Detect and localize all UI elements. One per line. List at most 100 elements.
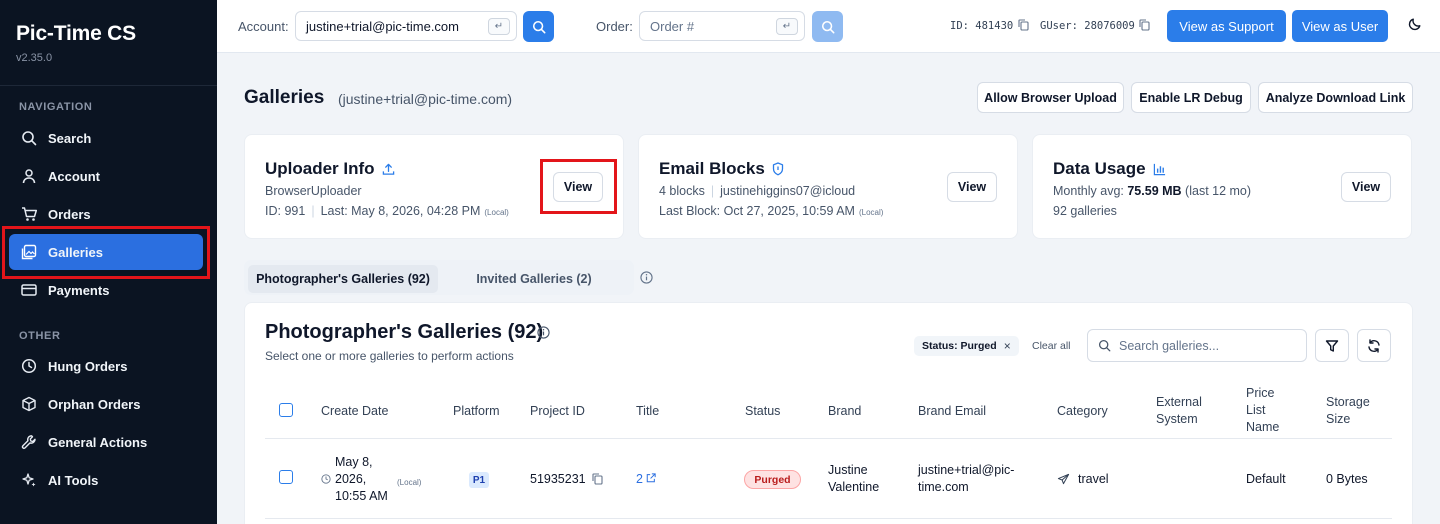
column-header-price-list-name[interactable]: Price List Name: [1246, 385, 1296, 436]
status-badge: Purged: [744, 470, 801, 489]
email-last-block: Last Block: Oct 27, 2025, 10:59 AM (Local…: [659, 204, 883, 218]
page-subtitle: (justine+trial@pic-time.com): [338, 91, 513, 107]
info-icon[interactable]: [537, 326, 550, 339]
info-icon[interactable]: [640, 271, 653, 284]
data-usage-title: Data Usage: [1053, 159, 1146, 178]
column-header-project-id[interactable]: Project ID: [530, 403, 585, 420]
account-input-value: justine+trial@pic-time.com: [306, 18, 459, 34]
column-header-status[interactable]: Status: [745, 403, 780, 420]
select-all-checkbox[interactable]: [279, 403, 293, 417]
column-header-title[interactable]: Title: [636, 403, 659, 420]
cart-icon: [20, 205, 38, 223]
refresh-button[interactable]: [1357, 329, 1391, 362]
account-search-button[interactable]: [523, 11, 554, 42]
column-header-brand-email[interactable]: Brand Email: [918, 403, 986, 420]
account-id: ID: 481430: [950, 20, 1014, 32]
gallery-search-input[interactable]: Search galleries...: [1087, 329, 1307, 362]
order-label: Order:: [596, 19, 633, 34]
column-header-category[interactable]: Category: [1057, 403, 1108, 420]
row-divider: [265, 518, 1392, 519]
copy-icon[interactable]: [1018, 19, 1029, 31]
row-storage-size: 0 Bytes: [1326, 472, 1368, 486]
enter-key-icon: ↵: [776, 18, 798, 35]
top-bar: Account: justine+trial@pic-time.com ↵ Or…: [217, 0, 1440, 53]
nav-section-label: NAVIGATION: [19, 101, 93, 113]
tab-invited-galleries[interactable]: Invited Galleries (2): [444, 265, 624, 293]
gallery-search-placeholder: Search galleries...: [1119, 338, 1220, 353]
gallery-count: 92 galleries: [1053, 204, 1117, 218]
user-icon: [20, 167, 38, 185]
column-header-storage-size[interactable]: Storage Size: [1326, 394, 1386, 428]
row-local-note: (Local): [397, 478, 422, 487]
local-note: (Local): [484, 208, 509, 217]
row-brand-email: justine+trial@pic-time.com: [918, 463, 1015, 494]
row-date-line2: 2026,: [335, 472, 367, 486]
card-title: Email Blocks: [659, 159, 784, 179]
row-checkbox[interactable]: [279, 470, 293, 484]
row-price-list: Default: [1246, 472, 1286, 486]
sidebar-item-account[interactable]: Account: [9, 158, 203, 194]
status-filter-label: Status: Purged: [922, 340, 997, 352]
filter-button[interactable]: [1315, 329, 1349, 362]
account-input[interactable]: justine+trial@pic-time.com ↵: [295, 11, 517, 41]
enable-lr-debug-button[interactable]: Enable LR Debug: [1131, 82, 1251, 113]
data-usage-card: Data Usage Monthly avg: 75.59 MB (last 1…: [1032, 134, 1412, 239]
row-date-line1: May 8,: [335, 455, 373, 469]
refresh-icon: [1368, 338, 1380, 353]
sidebar-item-label: Search: [48, 130, 92, 146]
app-brand: Pic-Time CS: [16, 22, 136, 45]
remove-filter-icon[interactable]: ×: [1004, 339, 1011, 353]
tab-photographers-galleries[interactable]: Photographer's Galleries (92): [248, 265, 438, 293]
column-header-platform[interactable]: Platform: [453, 403, 500, 420]
sidebar-item-orphan-orders[interactable]: Orphan Orders: [9, 386, 203, 422]
highlight-annotation-view: [540, 159, 617, 214]
sidebar-item-hung-orders[interactable]: Hung Orders: [9, 348, 203, 384]
column-header-create-date[interactable]: Create Date: [321, 403, 388, 420]
panel-title: Photographer's Galleries (92): [265, 321, 544, 343]
order-input[interactable]: Order # ↵: [639, 11, 805, 41]
wrench-icon: [20, 433, 38, 451]
search-icon: [20, 129, 38, 147]
account-label: Account:: [238, 19, 289, 34]
gallery-tabs: Photographer's Galleries (92) Invited Ga…: [244, 260, 634, 295]
monthly-avg-label: Monthly avg:: [1053, 184, 1124, 198]
order-search-button[interactable]: [812, 11, 843, 42]
column-header-brand[interactable]: Brand: [828, 403, 861, 420]
credit-card-icon: [20, 281, 38, 299]
search-icon: [532, 20, 545, 33]
platform-badge: P1: [469, 472, 489, 488]
column-header-external-system[interactable]: External System: [1156, 394, 1216, 428]
email-blocks-card: Email Blocks 4 blocks | justinehiggins07@i…: [638, 134, 1018, 239]
row-project-id: 51935231: [530, 472, 586, 486]
view-as-user-button[interactable]: View as User: [1292, 10, 1388, 42]
upload-icon: [382, 163, 395, 176]
sidebar-item-label: Orphan Orders: [48, 396, 141, 412]
card-title: Data Usage: [1053, 159, 1166, 179]
sidebar-item-search[interactable]: Search: [9, 120, 203, 156]
sidebar-item-label: Account: [48, 168, 100, 184]
blocks-count: 4 blocks: [659, 184, 705, 198]
sidebar-item-general-actions[interactable]: General Actions: [9, 424, 203, 460]
copy-icon[interactable]: [1139, 19, 1150, 31]
data-usage-view-button[interactable]: View: [1341, 172, 1391, 202]
copy-icon[interactable]: [592, 473, 603, 485]
sidebar-item-label: Orders: [48, 206, 91, 222]
allow-browser-upload-button[interactable]: Allow Browser Upload: [977, 82, 1124, 113]
monthly-avg-suffix: (last 12 mo): [1185, 184, 1252, 198]
email-blocks-view-button[interactable]: View: [947, 172, 997, 202]
uploader-last: Last: May 8, 2026, 04:28 PM: [320, 204, 481, 218]
sidebar-item-label: Hung Orders: [48, 358, 128, 374]
external-link-icon[interactable]: [646, 473, 656, 483]
dark-mode-icon[interactable]: [1408, 17, 1422, 31]
clock-icon: [20, 357, 38, 375]
analyze-download-link-button[interactable]: Analyze Download Link: [1258, 82, 1413, 113]
view-as-support-button[interactable]: View as Support: [1167, 10, 1286, 42]
row-title-link[interactable]: 2: [636, 471, 643, 488]
clear-all-filters-link[interactable]: Clear all: [1032, 340, 1071, 352]
sidebar-item-ai-tools[interactable]: AI Tools: [9, 462, 203, 498]
sidebar-item-label: AI Tools: [48, 472, 99, 488]
sparkles-icon: [20, 471, 38, 489]
search-icon: [1098, 339, 1111, 352]
separator: |: [710, 184, 715, 198]
sidebar-item-label: Payments: [48, 282, 110, 298]
